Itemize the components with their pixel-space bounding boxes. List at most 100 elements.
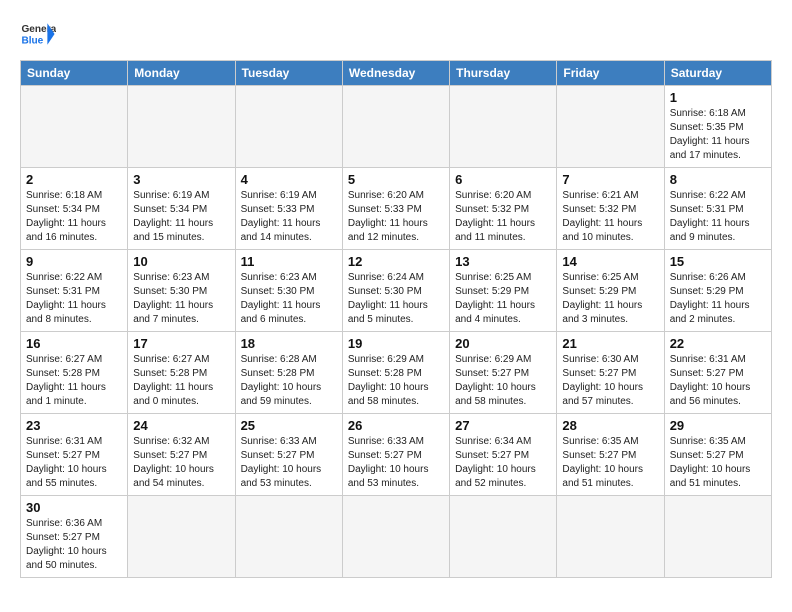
day-info: Sunrise: 6:22 AM Sunset: 5:31 PM Dayligh… — [26, 271, 122, 327]
calendar-cell: 13 Sunrise: 6:25 AM Sunset: 5:29 PM Dayli… — [450, 250, 557, 332]
calendar-cell: 7 Sunrise: 6:21 AM Sunset: 5:32 PM Daylig… — [557, 168, 664, 250]
day-info: Sunrise: 6:36 AM Sunset: 5:27 PM Dayligh… — [26, 517, 122, 573]
logo: General Blue — [20, 16, 56, 52]
day-number: 25 — [241, 418, 337, 433]
calendar-cell: 5Sunrise: 6:20 AM Sunset: 5:33 PM Daylig… — [342, 168, 449, 250]
calendar-cell — [557, 496, 664, 578]
calendar-week-row: 1 Sunrise: 6:18 AM Sunset: 5:35 PM Daylig… — [21, 86, 772, 168]
calendar-cell: 30 Sunrise: 6:36 AM Sunset: 5:27 PM Dayli… — [21, 496, 128, 578]
calendar-week-row: 2Sunrise: 6:18 AM Sunset: 5:34 PM Daylig… — [21, 168, 772, 250]
calendar-cell: 1 Sunrise: 6:18 AM Sunset: 5:35 PM Daylig… — [664, 86, 771, 168]
day-info: Sunrise: 6:25 AM Sunset: 5:29 PM Dayligh… — [562, 271, 658, 327]
weekday-header-row: SundayMondayTuesdayWednesdayThursdayFrid… — [21, 61, 772, 86]
day-number: 23 — [26, 418, 122, 433]
weekday-header-sunday: Sunday — [21, 61, 128, 86]
day-info: Sunrise: 6:30 AM Sunset: 5:27 PM Dayligh… — [562, 353, 658, 409]
day-info: Sunrise: 6:29 AM Sunset: 5:28 PM Dayligh… — [348, 353, 444, 409]
calendar-cell: 28 Sunrise: 6:35 AM Sunset: 5:27 PM Dayli… — [557, 414, 664, 496]
day-info: Sunrise: 6:22 AM Sunset: 5:31 PM Dayligh… — [670, 189, 766, 245]
day-info: Sunrise: 6:31 AM Sunset: 5:27 PM Dayligh… — [26, 435, 122, 491]
calendar-cell — [128, 86, 235, 168]
weekday-header-monday: Monday — [128, 61, 235, 86]
day-info: Sunrise: 6:25 AM Sunset: 5:29 PM Dayligh… — [455, 271, 551, 327]
calendar-cell: 4 Sunrise: 6:19 AM Sunset: 5:33 PM Daylig… — [235, 168, 342, 250]
calendar-cell — [235, 86, 342, 168]
day-number: 19 — [348, 336, 444, 351]
calendar-cell — [235, 496, 342, 578]
calendar-cell — [557, 86, 664, 168]
day-info: Sunrise: 6:18 AM Sunset: 5:34 PM Dayligh… — [26, 189, 122, 245]
weekday-header-friday: Friday — [557, 61, 664, 86]
day-number: 18 — [241, 336, 337, 351]
day-info: Sunrise: 6:35 AM Sunset: 5:27 PM Dayligh… — [670, 435, 766, 491]
calendar-cell: 9 Sunrise: 6:22 AM Sunset: 5:31 PM Daylig… — [21, 250, 128, 332]
day-number: 14 — [562, 254, 658, 269]
day-number: 4 — [241, 172, 337, 187]
day-info: Sunrise: 6:20 AM Sunset: 5:32 PM Dayligh… — [455, 189, 551, 245]
calendar-cell: 23 Sunrise: 6:31 AM Sunset: 5:27 PM Dayli… — [21, 414, 128, 496]
calendar-cell: 14 Sunrise: 6:25 AM Sunset: 5:29 PM Dayli… — [557, 250, 664, 332]
calendar-cell: 20 Sunrise: 6:29 AM Sunset: 5:27 PM Dayli… — [450, 332, 557, 414]
calendar-cell: 3Sunrise: 6:19 AM Sunset: 5:34 PM Daylig… — [128, 168, 235, 250]
day-info: Sunrise: 6:33 AM Sunset: 5:27 PM Dayligh… — [241, 435, 337, 491]
day-number: 7 — [562, 172, 658, 187]
day-number: 13 — [455, 254, 551, 269]
day-number: 8 — [670, 172, 766, 187]
day-number: 24 — [133, 418, 229, 433]
calendar-cell: 24 Sunrise: 6:32 AM Sunset: 5:27 PM Dayli… — [128, 414, 235, 496]
day-info: Sunrise: 6:18 AM Sunset: 5:35 PM Dayligh… — [670, 107, 766, 163]
calendar-week-row: 30 Sunrise: 6:36 AM Sunset: 5:27 PM Dayli… — [21, 496, 772, 578]
day-info: Sunrise: 6:29 AM Sunset: 5:27 PM Dayligh… — [455, 353, 551, 409]
day-info: Sunrise: 6:23 AM Sunset: 5:30 PM Dayligh… — [241, 271, 337, 327]
logo-icon: General Blue — [20, 16, 56, 52]
weekday-header-thursday: Thursday — [450, 61, 557, 86]
day-info: Sunrise: 6:24 AM Sunset: 5:30 PM Dayligh… — [348, 271, 444, 327]
day-number: 9 — [26, 254, 122, 269]
calendar-cell — [450, 86, 557, 168]
calendar-cell: 25 Sunrise: 6:33 AM Sunset: 5:27 PM Dayli… — [235, 414, 342, 496]
day-number: 11 — [241, 254, 337, 269]
calendar-cell: 17Sunrise: 6:27 AM Sunset: 5:28 PM Dayli… — [128, 332, 235, 414]
calendar-cell: 11 Sunrise: 6:23 AM Sunset: 5:30 PM Dayli… — [235, 250, 342, 332]
day-number: 21 — [562, 336, 658, 351]
calendar-cell — [450, 496, 557, 578]
calendar-cell: 16Sunrise: 6:27 AM Sunset: 5:28 PM Dayli… — [21, 332, 128, 414]
calendar-cell: 19 Sunrise: 6:29 AM Sunset: 5:28 PM Dayli… — [342, 332, 449, 414]
day-number: 1 — [670, 90, 766, 105]
day-info: Sunrise: 6:35 AM Sunset: 5:27 PM Dayligh… — [562, 435, 658, 491]
calendar-cell — [21, 86, 128, 168]
day-number: 16 — [26, 336, 122, 351]
calendar-cell: 12 Sunrise: 6:24 AM Sunset: 5:30 PM Dayli… — [342, 250, 449, 332]
calendar-cell: 26Sunrise: 6:33 AM Sunset: 5:27 PM Dayli… — [342, 414, 449, 496]
calendar-cell: 22 Sunrise: 6:31 AM Sunset: 5:27 PM Dayli… — [664, 332, 771, 414]
day-info: Sunrise: 6:32 AM Sunset: 5:27 PM Dayligh… — [133, 435, 229, 491]
calendar-cell: 10 Sunrise: 6:23 AM Sunset: 5:30 PM Dayli… — [128, 250, 235, 332]
calendar-week-row: 16 Sunrise: 6:27 AM Sunset: 5:28 PM Dayli… — [21, 332, 772, 414]
day-info: Sunrise: 6:19 AM Sunset: 5:33 PM Dayligh… — [241, 189, 337, 245]
calendar-cell: 6 Sunrise: 6:20 AM Sunset: 5:32 PM Daylig… — [450, 168, 557, 250]
page-header: General Blue — [20, 16, 772, 52]
calendar-cell: 21 Sunrise: 6:30 AM Sunset: 5:27 PM Dayli… — [557, 332, 664, 414]
day-number: 22 — [670, 336, 766, 351]
day-number: 20 — [455, 336, 551, 351]
day-info: Sunrise: 6:23 AM Sunset: 5:30 PM Dayligh… — [133, 271, 229, 327]
weekday-header-tuesday: Tuesday — [235, 61, 342, 86]
calendar-cell — [342, 496, 449, 578]
day-number: 10 — [133, 254, 229, 269]
calendar-table: SundayMondayTuesdayWednesdayThursdayFrid… — [20, 60, 772, 578]
day-info: Sunrise: 6:21 AM Sunset: 5:32 PM Dayligh… — [562, 189, 658, 245]
day-number: 3 — [133, 172, 229, 187]
day-number: 15 — [670, 254, 766, 269]
weekday-header-saturday: Saturday — [664, 61, 771, 86]
day-number: 29 — [670, 418, 766, 433]
calendar-cell: 29 Sunrise: 6:35 AM Sunset: 5:27 PM Dayli… — [664, 414, 771, 496]
calendar-cell — [342, 86, 449, 168]
calendar-cell: 8 Sunrise: 6:22 AM Sunset: 5:31 PM Daylig… — [664, 168, 771, 250]
day-number: 6 — [455, 172, 551, 187]
calendar-cell: 18Sunrise: 6:28 AM Sunset: 5:28 PM Dayli… — [235, 332, 342, 414]
day-number: 28 — [562, 418, 658, 433]
day-number: 12 — [348, 254, 444, 269]
day-info: Sunrise: 6:31 AM Sunset: 5:27 PM Dayligh… — [670, 353, 766, 409]
day-info: Sunrise: 6:27 AM Sunset: 5:28 PM Dayligh… — [133, 353, 229, 409]
day-number: 30 — [26, 500, 122, 515]
